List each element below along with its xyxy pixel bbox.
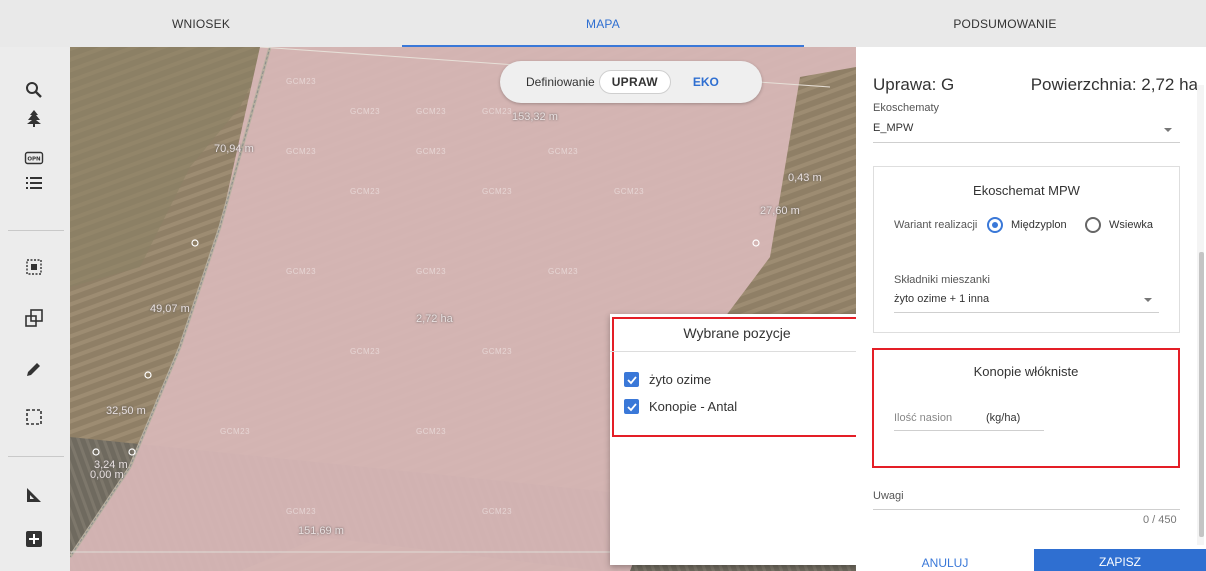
map-watermark: GCM23 [416, 427, 447, 436]
edge-length-label: 151,69 m [298, 525, 344, 537]
scrollbar-thumb[interactable] [1199, 252, 1204, 537]
mpw-card: Ekoschemat MPW Wariant realizacji Między… [873, 166, 1180, 333]
pencil-icon[interactable] [22, 357, 46, 381]
edge-length-label: 27,60 m [760, 205, 800, 217]
map-watermark: GCM23 [286, 77, 317, 86]
copy-icon[interactable] [22, 306, 46, 330]
chevron-down-icon[interactable] [1144, 298, 1152, 302]
map-watermark: GCM23 [286, 147, 317, 156]
konopie-title: Konopie włókniste [973, 364, 1079, 379]
map-watermark: GCM23 [614, 187, 645, 196]
radio-wsiewka[interactable] [1085, 217, 1101, 233]
map-toolbar: OPN [0, 47, 70, 571]
search-icon[interactable] [22, 78, 46, 102]
opn-icon[interactable]: OPN [22, 146, 46, 170]
cancel-button[interactable]: ANULUJ [856, 551, 1034, 571]
list-icon[interactable] [22, 171, 46, 195]
select-icon[interactable] [22, 255, 46, 279]
edge-length-label: 49,07 m [150, 303, 190, 315]
char-counter: 0 / 450 [1143, 514, 1177, 526]
map-watermark: GCM23 [482, 347, 513, 356]
tree-icon[interactable] [22, 106, 46, 130]
skladniki-select[interactable]: żyto ozime + 1 inna [894, 293, 989, 305]
map-watermark: GCM23 [350, 187, 381, 196]
radio-miedzyplon[interactable] [987, 217, 1003, 233]
konopie-highlight: Konopie włókniste Ilość nasion (kg/ha) [872, 348, 1180, 468]
save-button[interactable]: ZAPISZ [1034, 549, 1206, 571]
map-watermark: GCM23 [416, 147, 447, 156]
tab-wniosek[interactable]: WNIOSEK [0, 0, 402, 47]
toolbar-divider [8, 230, 64, 231]
map-watermark: GCM23 [482, 107, 513, 116]
rectangle-select-icon[interactable] [22, 405, 46, 429]
map-watermark: GCM23 [350, 347, 381, 356]
map-watermark: GCM23 [286, 267, 317, 276]
area-label: Powierzchnia: 2,72 ha [1030, 75, 1198, 94]
unit-label: (kg/ha) [986, 412, 1021, 424]
mode-eko-button[interactable]: EKO [693, 75, 719, 89]
panel-header: Uprawa: G Powierzchnia: 2,72 ha [873, 75, 1198, 95]
skladniki-label: Składniki mieszanki [894, 274, 990, 286]
map-watermark: GCM23 [416, 267, 447, 276]
mode-toggle: Definiowanie UPRAW EKO [500, 61, 762, 103]
edge-length-label: 0,00 m [90, 469, 124, 481]
crop-label: Uprawa: G [873, 75, 955, 94]
map-watermark: GCM23 [548, 147, 579, 156]
ilosc-nasion-input[interactable]: Ilość nasion [894, 412, 952, 424]
edge-length-label: 0,43 m [788, 172, 822, 184]
mode-label: Definiowanie [526, 75, 595, 89]
field-underline [894, 312, 1159, 313]
map-watermark: GCM23 [350, 107, 381, 116]
svg-text:OPN: OPN [27, 157, 41, 163]
wariant-label: Wariant realizacji [894, 219, 978, 231]
parcel-area-label: 2,72 ha [416, 313, 453, 325]
uwagi-input[interactable] [873, 509, 1180, 510]
field-underline [873, 142, 1180, 143]
field-underline [894, 430, 1044, 431]
option-wsiewka[interactable]: Wsiewka [1109, 219, 1153, 231]
add-icon[interactable] [22, 527, 46, 551]
top-tabs: WNIOSEK MAPA PODSUMOWANIE [0, 0, 1206, 47]
mpw-title: Ekoschemat MPW [973, 183, 1080, 198]
ekoschematy-select[interactable]: E_MPW [873, 122, 913, 134]
tab-podsumowanie[interactable]: PODSUMOWANIE [804, 0, 1206, 47]
option-miedzyplon[interactable]: Międzyplon [1011, 219, 1067, 231]
ekoschematy-label: Ekoschematy [873, 102, 940, 114]
edge-length-label: 153,32 m [512, 111, 558, 123]
mode-upraw-button[interactable]: UPRAW [598, 70, 671, 94]
chevron-down-icon[interactable] [1164, 128, 1172, 132]
map-watermark: GCM23 [548, 267, 579, 276]
ruler-icon[interactable] [22, 483, 46, 507]
selected-item-label: Konopie - Antal [649, 399, 738, 414]
tab-mapa[interactable]: MAPA [402, 0, 804, 47]
selected-item[interactable]: Konopie - Antal [624, 399, 737, 414]
toolbar-divider [8, 456, 64, 457]
map-watermark: GCM23 [482, 507, 513, 516]
map-watermark: GCM23 [220, 427, 251, 436]
crop-panel: Uprawa: G Powierzchnia: 2,72 ha Ekoschem… [856, 47, 1206, 571]
uwagi-label: Uwagi [873, 490, 904, 502]
edge-length-label: 70,94 m [214, 143, 254, 155]
map-watermark: GCM23 [416, 107, 447, 116]
checkbox-checked-icon[interactable] [624, 372, 639, 387]
checkbox-checked-icon[interactable] [624, 399, 639, 414]
edge-length-label: 32,50 m [106, 405, 146, 417]
popup-title: Wybrane pozycje [610, 314, 864, 352]
map-watermark: GCM23 [482, 187, 513, 196]
app: WNIOSEK MAPA PODSUMOWANIE OPN GCM23 GCM2… [0, 0, 1206, 571]
selected-item[interactable]: żyto ozime [624, 372, 711, 387]
selected-item-label: żyto ozime [649, 372, 712, 387]
map-watermark: GCM23 [286, 507, 317, 516]
selected-items-popup: Wybrane pozycje żyto ozime Konopie - Ant… [610, 314, 864, 565]
